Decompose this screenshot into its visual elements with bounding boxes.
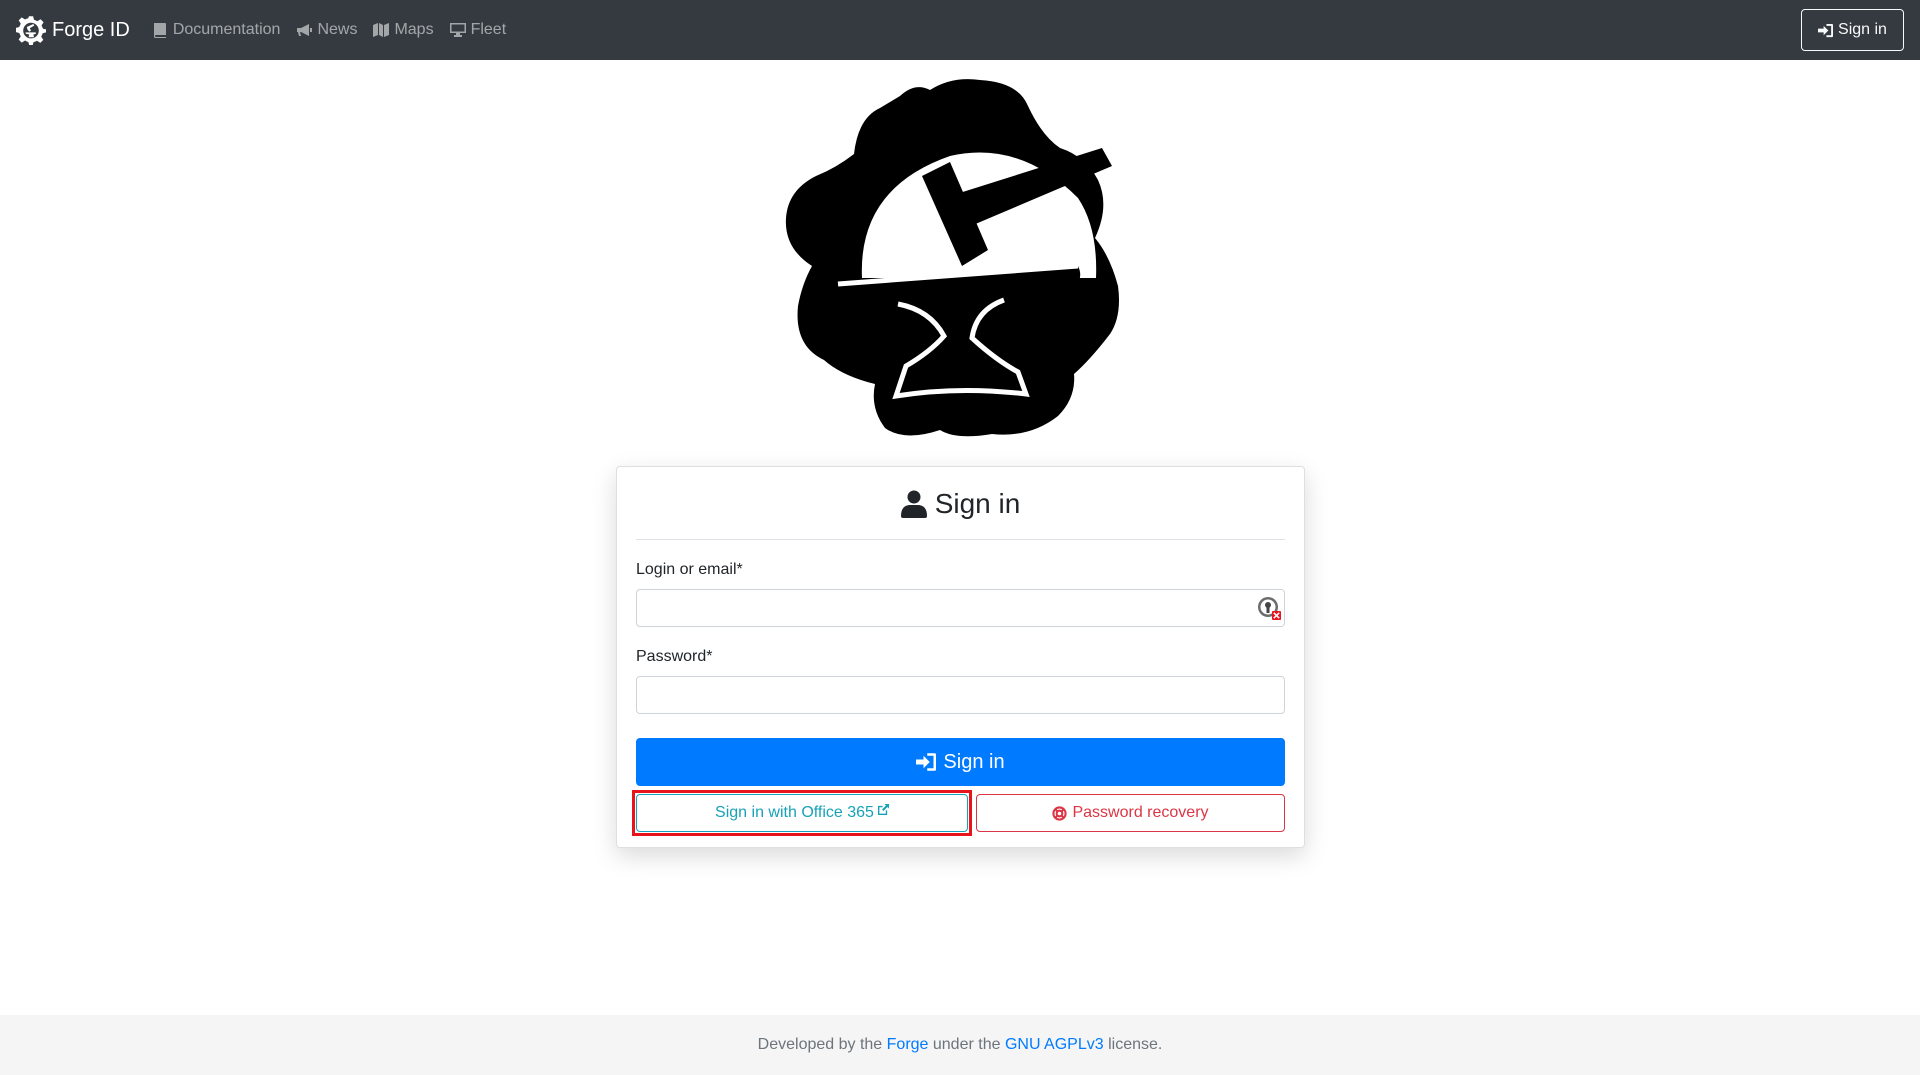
password-input[interactable] xyxy=(636,676,1285,714)
map-icon xyxy=(373,23,390,37)
nav-label-news: News xyxy=(317,21,358,38)
footer-link-forge[interactable]: Forge xyxy=(887,1036,929,1054)
nav-item-documentation[interactable]: Documentation xyxy=(152,21,281,39)
signin-submit-label: Sign in xyxy=(943,750,1005,773)
password-label: Password* xyxy=(636,648,713,665)
secondary-button-row: Sign in with Office 365 Password recover… xyxy=(632,790,1285,836)
life-ring-icon xyxy=(1052,805,1068,821)
navbar-signin-label: Sign in xyxy=(1838,21,1887,38)
page-footer: Developed by the Forge under the GNU AGP… xyxy=(0,1015,1920,1075)
login-input[interactable] xyxy=(636,589,1285,627)
password-manager-icon[interactable] xyxy=(1257,596,1281,620)
navbar-signin-button[interactable]: Sign in xyxy=(1801,9,1904,51)
footer-link-license[interactable]: GNU AGPLv3 xyxy=(1005,1036,1104,1054)
megaphone-icon xyxy=(297,24,313,36)
office365-signin-button[interactable]: Sign in with Office 365 xyxy=(632,790,972,836)
footer-text-1: Developed by the xyxy=(757,1036,887,1053)
login-label: Login or email* xyxy=(636,561,743,578)
nav-label-fleet: Fleet xyxy=(470,21,507,38)
book-icon xyxy=(153,23,166,38)
nav-label-maps: Maps xyxy=(394,21,434,38)
signin-submit-button[interactable]: Sign in xyxy=(636,738,1285,786)
login-input-wrap xyxy=(636,589,1285,627)
card-title-text: Sign in xyxy=(934,488,1021,519)
brand-link[interactable]: Forge ID xyxy=(16,15,130,45)
nav-item-fleet[interactable]: Fleet xyxy=(449,21,507,39)
sign-in-icon xyxy=(916,753,937,771)
nav-item-maps[interactable]: Maps xyxy=(373,21,434,39)
desktop-icon xyxy=(449,23,466,37)
office365-signin-label: Sign in with Office 365 xyxy=(715,804,874,821)
forge-anvil-logo xyxy=(785,79,1119,437)
external-link-icon xyxy=(877,803,889,815)
signin-card: Sign in Login or email* Password* Sign i… xyxy=(616,466,1305,848)
password-recovery-button[interactable]: Password recovery xyxy=(976,794,1285,832)
sign-in-icon xyxy=(1818,23,1834,37)
top-navbar: Forge ID Documentation News Maps Fleet S… xyxy=(0,0,1920,60)
password-recovery-label: Password recovery xyxy=(1072,804,1209,821)
nav-label-documentation: Documentation xyxy=(172,21,281,38)
footer-text-3: license. xyxy=(1103,1036,1163,1053)
user-icon xyxy=(900,490,927,518)
brand-name: Forge ID xyxy=(52,18,130,41)
gear-logo-icon xyxy=(16,16,46,45)
card-title: Sign in xyxy=(636,469,1285,540)
nav-item-news[interactable]: News xyxy=(296,21,357,39)
footer-text-2: under the xyxy=(928,1036,1005,1053)
